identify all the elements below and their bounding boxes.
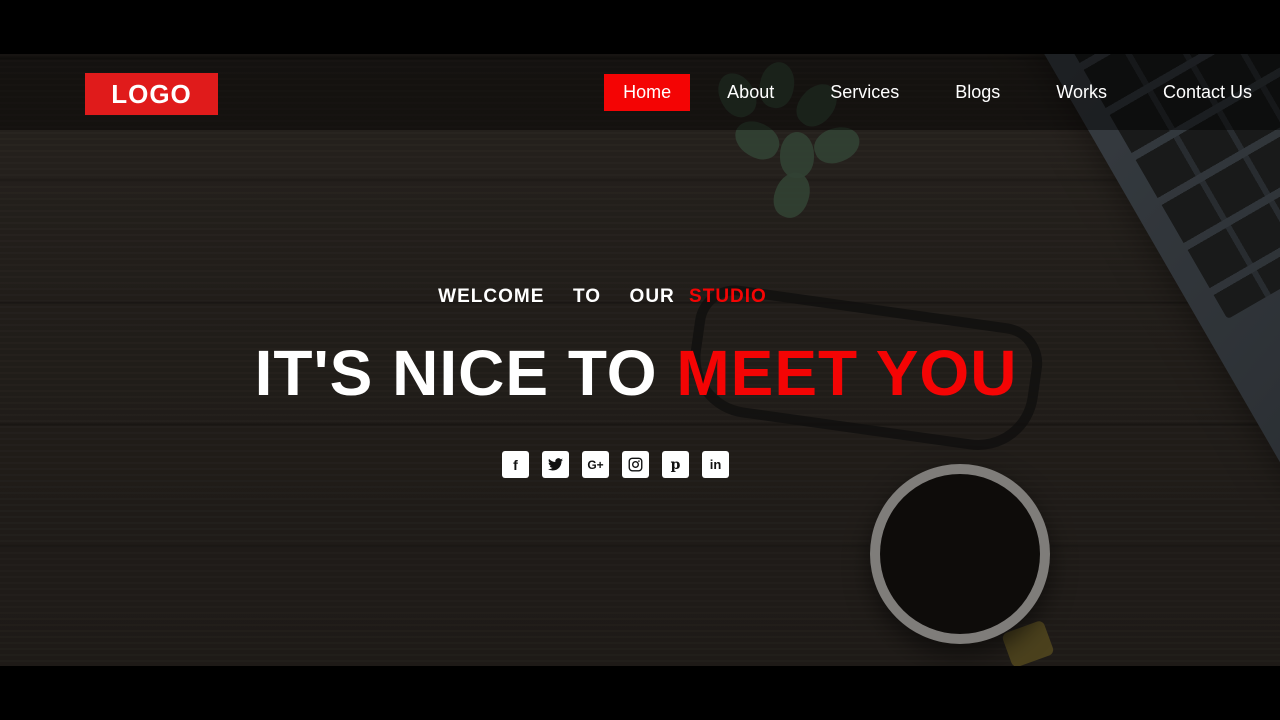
google-plus-glyph: G+ [587,457,604,472]
nav-item-home[interactable]: Home [604,74,691,111]
instagram-icon[interactable] [622,451,649,478]
nav-item-works[interactable]: Works [1037,74,1126,111]
headline-highlight: MEET YOU [676,337,1018,409]
welcome-prefix: WELCOME TO OUR [438,286,675,307]
nav-item-about[interactable]: About [708,74,793,111]
welcome-subtitle: WELCOME TO OUR STUDIO [0,286,1205,308]
twitter-icon[interactable] [542,451,569,478]
social-links: f G+ p in [502,451,742,478]
logo[interactable]: LOGO [85,73,218,115]
nav-menu: Home About Services Blogs Works Contact … [595,74,1280,111]
hero-section: LOGO Home About Services Blogs Works Con… [0,54,1280,666]
pinterest-glyph: p [670,456,681,473]
linkedin-glyph: in [709,457,722,472]
linkedin-icon[interactable]: in [702,451,729,478]
facebook-glyph: f [513,456,518,473]
navbar: LOGO Home About Services Blogs Works Con… [0,54,1280,130]
nav-item-services[interactable]: Services [811,74,918,111]
pinterest-icon[interactable]: p [662,451,689,478]
hero-headline: IT'S NICE TO MEET YOU [0,336,1272,410]
nav-item-blogs[interactable]: Blogs [936,74,1019,111]
welcome-highlight: STUDIO [689,286,767,307]
google-plus-icon[interactable]: G+ [582,451,609,478]
facebook-icon[interactable]: f [502,451,529,478]
headline-prefix: IT'S NICE TO [254,337,658,409]
nav-item-contact-us[interactable]: Contact Us [1144,74,1271,111]
